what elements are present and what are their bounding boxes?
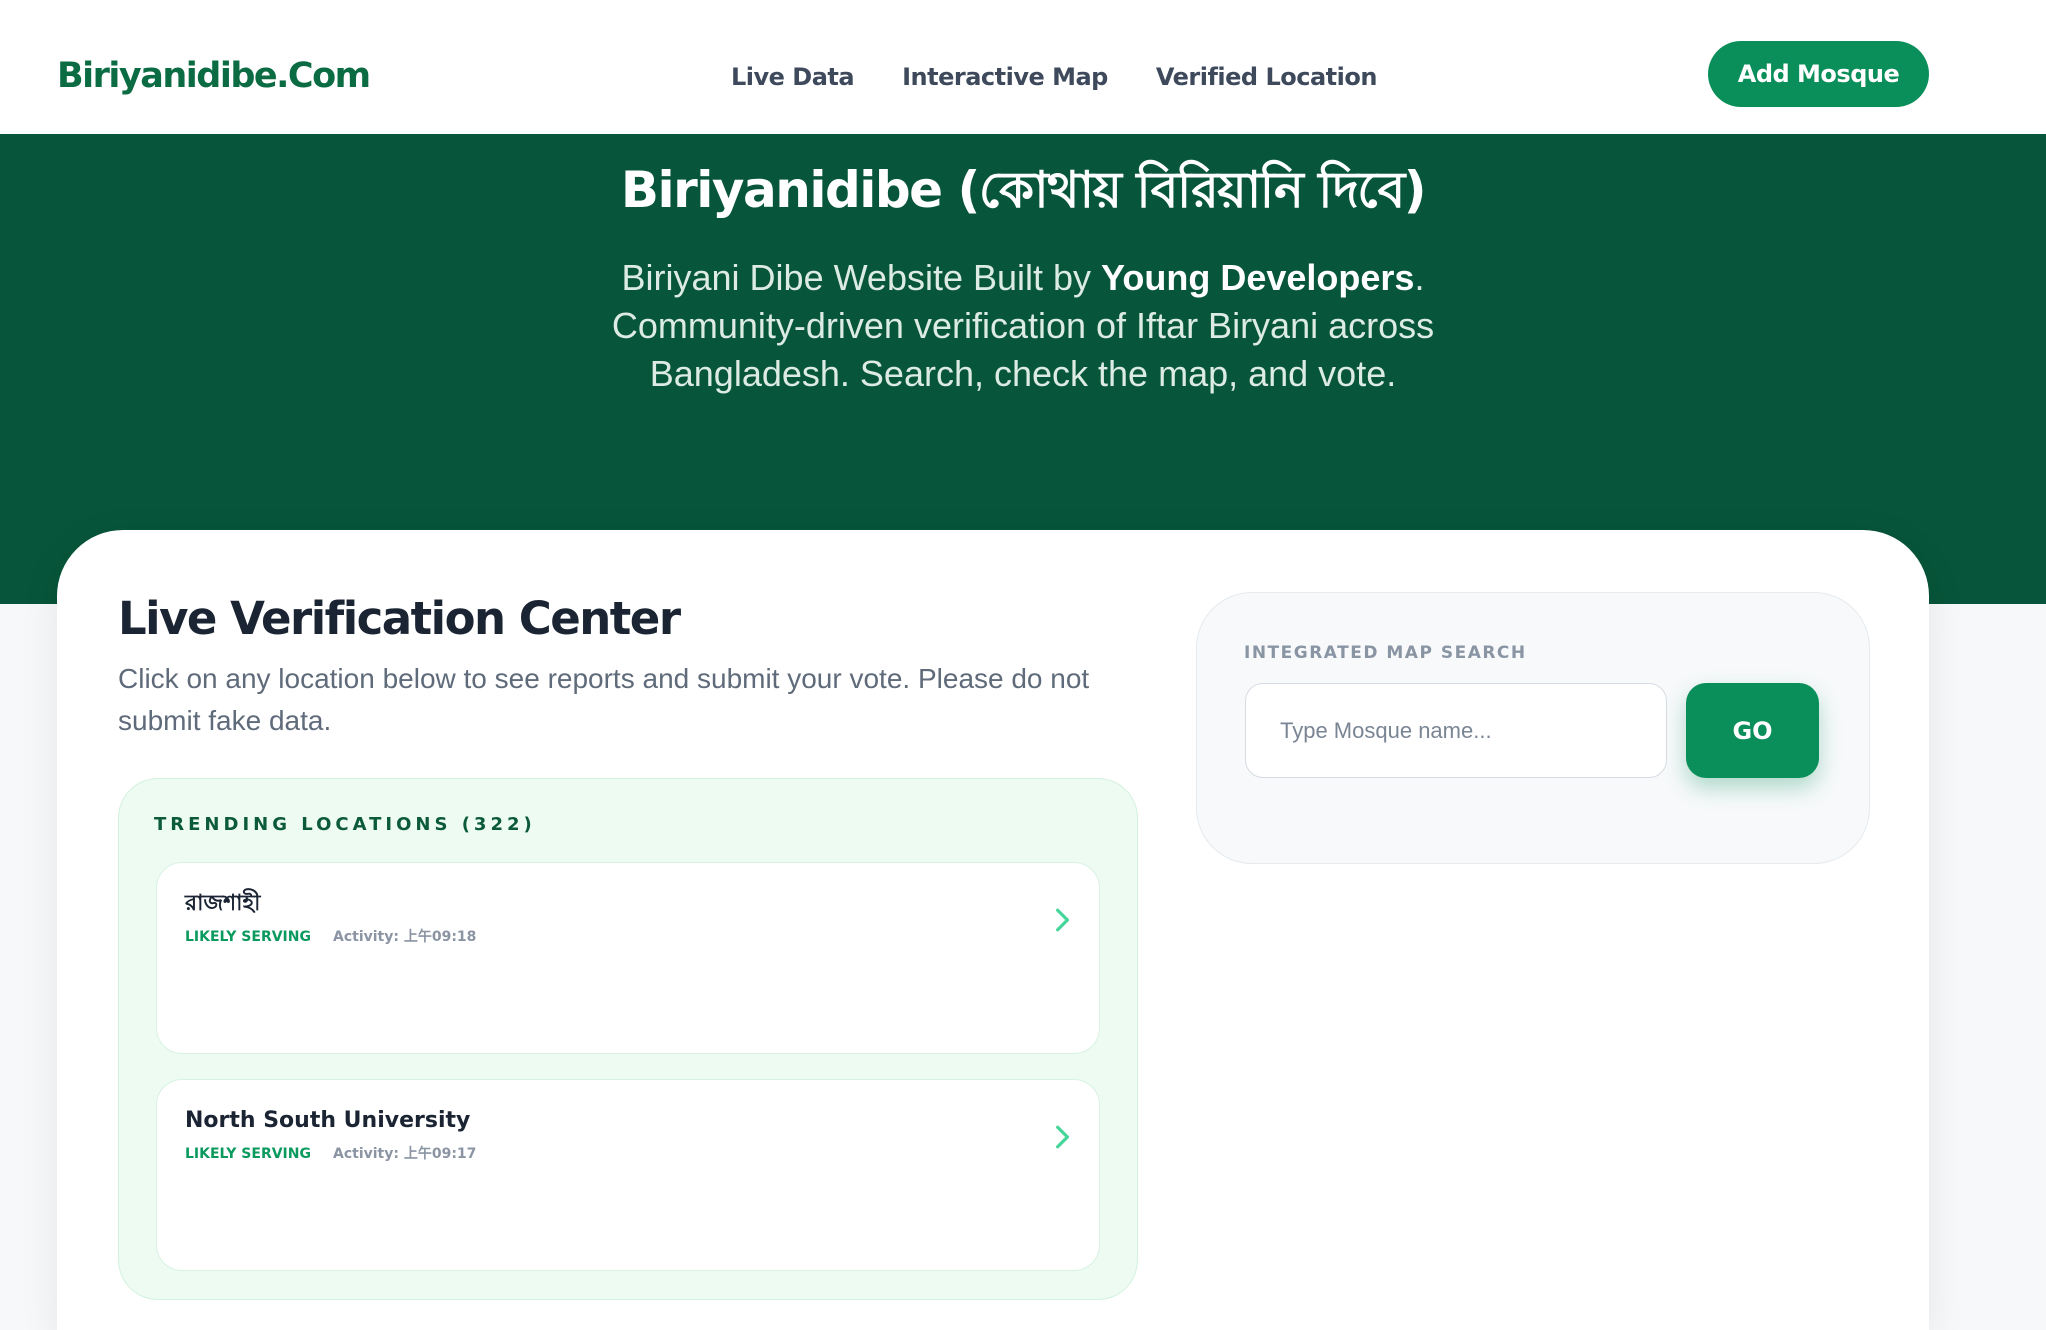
hero-subtitle-prefix: Biriyani Dibe Website Built by	[621, 257, 1102, 298]
navbar: Biriyanidibe.Com Live Data Interactive M…	[0, 13, 2046, 134]
location-status: LIKELY SERVING	[185, 1146, 311, 1162]
chevron-right-icon	[1056, 1125, 1070, 1149]
go-button[interactable]: GO	[1686, 683, 1819, 778]
location-activity: Activity: 上午09:18	[333, 929, 477, 945]
hero-title: Biriyanidibe (কোথায় বিরিয়ানি দিবে)	[620, 161, 1427, 219]
nav-interactive-map[interactable]: Interactive Map	[902, 57, 1108, 97]
nav-live-data[interactable]: Live Data	[731, 57, 855, 97]
location-item-rajshahi[interactable]: রাজশাহী LIKELY SERVING Activity: 上午09:18	[156, 862, 1100, 1054]
location-status: LIKELY SERVING	[185, 929, 311, 945]
location-activity: Activity: 上午09:17	[333, 1146, 477, 1162]
nav-links: Live Data Interactive Map Verified Locat…	[731, 57, 1377, 97]
location-item-north-south-university[interactable]: North South University LIKELY SERVING Ac…	[156, 1079, 1100, 1271]
top-border	[0, 0, 2046, 14]
hero-subtitle: Biriyani Dibe Website Built by Young Dev…	[523, 254, 1523, 398]
logo[interactable]: Biriyanidibe.Com	[57, 51, 371, 101]
add-mosque-button[interactable]: Add Mosque	[1708, 41, 1929, 107]
section-title: Live Verification Center	[118, 592, 681, 645]
location-name: North South University	[185, 1108, 471, 1133]
section-description: Click on any location below to see repor…	[118, 663, 1090, 736]
hero-subtitle-bold: Young Developers	[1101, 257, 1415, 298]
map-search-label: INTEGRATED MAP SEARCH	[1244, 643, 1527, 663]
location-name: রাজশাহী	[185, 891, 261, 916]
mosque-search-input[interactable]	[1245, 683, 1667, 778]
chevron-right-icon	[1056, 908, 1070, 932]
nav-verified-location[interactable]: Verified Location	[1156, 57, 1378, 97]
trending-label: TRENDING LOCATIONS (322)	[154, 814, 536, 835]
